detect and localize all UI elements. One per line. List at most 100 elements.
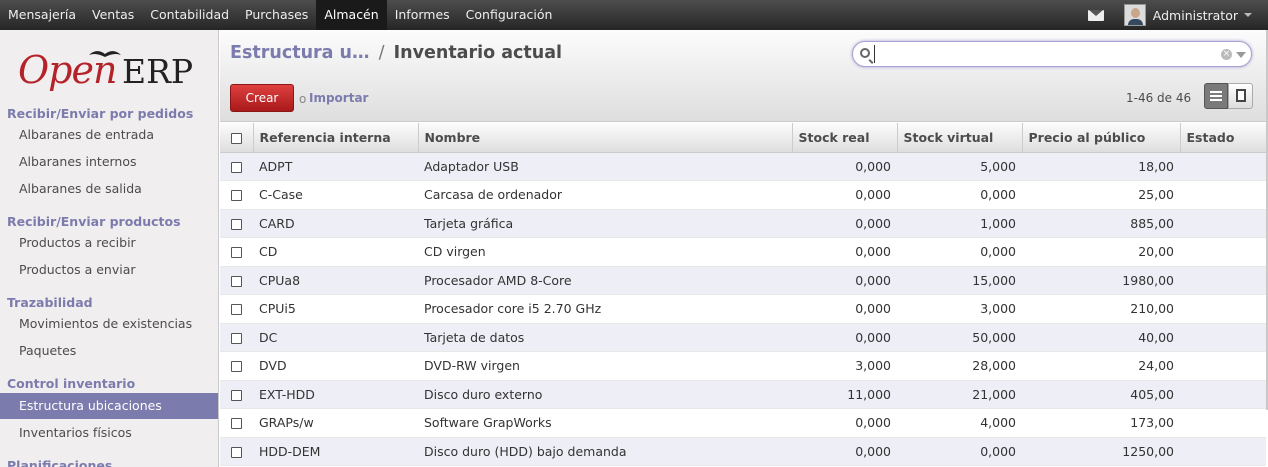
table-row[interactable]: CPUi5 Procesador core i5 2.70 GHz 0,000 3,0… <box>220 294 1266 324</box>
table-cell: 4,000 <box>897 408 1022 438</box>
sidebar-item[interactable]: Movimientos de existencias <box>0 311 218 337</box>
table-cell: DVD-RW virgen <box>418 351 792 381</box>
column-header[interactable]: Estado <box>1180 123 1267 153</box>
search-box[interactable]: × <box>852 41 1252 67</box>
search-input[interactable] <box>874 45 1214 63</box>
table-row[interactable]: CD CD virgen 0,000 0,000 20,00 <box>220 237 1266 267</box>
main-content: Estructura u… / Inventario actual × Crea… <box>220 30 1268 467</box>
row-checkbox[interactable] <box>220 351 253 381</box>
row-checkbox[interactable] <box>220 209 253 238</box>
table-cell: 0,000 <box>897 237 1022 267</box>
table-cell: 5,000 <box>897 152 1022 181</box>
table-cell: 20,00 <box>1022 237 1180 267</box>
table-cell: DC <box>253 323 418 352</box>
sidebar-item[interactable]: Paquetes <box>0 338 218 364</box>
table-cell: ADPT <box>253 152 418 181</box>
table-cell <box>1180 180 1266 210</box>
table-cell <box>1180 152 1266 181</box>
table-cell: 3,000 <box>792 351 897 381</box>
user-menu[interactable]: Administrator <box>1153 8 1238 23</box>
sidebar-item[interactable]: Inventarios físicos <box>0 420 218 446</box>
table-cell: Procesador AMD 8-Core <box>418 266 792 295</box>
import-link[interactable]: Importar <box>309 91 368 105</box>
row-checkbox[interactable] <box>220 408 253 438</box>
column-header[interactable]: Stock real <box>792 123 898 153</box>
top-menu-item[interactable]: Almacén <box>316 0 387 30</box>
column-header[interactable]: Nombre <box>418 123 793 153</box>
table-row[interactable]: DVD DVD-RW virgen 3,000 28,000 24,00 <box>220 351 1266 381</box>
form-view-icon[interactable] <box>1228 83 1253 109</box>
page-title: Inventario actual <box>393 43 563 63</box>
row-checkbox[interactable] <box>220 323 253 352</box>
table-cell: Disco duro (HDD) bajo demanda <box>418 437 792 466</box>
row-checkbox[interactable] <box>220 152 253 181</box>
table-cell: 18,00 <box>1022 152 1180 181</box>
or-text: o <box>299 92 307 106</box>
row-checkbox[interactable] <box>220 266 253 295</box>
table-header-row: Referencia interna Nombre Stock real Stock … <box>220 123 1267 153</box>
table-row[interactable]: GRAPs/w Software GrapWorks 0,000 4,000 173,0… <box>220 408 1266 438</box>
chevron-down-icon[interactable] <box>1244 13 1252 17</box>
user-area: Administrator <box>1087 0 1268 30</box>
sidebar-item[interactable]: Albaranes de entrada <box>0 122 218 148</box>
table-cell: 50,000 <box>897 323 1022 352</box>
mail-icon[interactable] <box>1087 9 1104 21</box>
row-checkbox[interactable] <box>220 380 253 409</box>
create-button[interactable]: Crear <box>230 84 294 112</box>
table-cell: 885,00 <box>1022 209 1180 238</box>
row-checkbox[interactable] <box>220 294 253 324</box>
pager[interactable]: 1-46 de 46 <box>1126 91 1191 105</box>
table-cell: HDD-DEM <box>253 437 418 466</box>
table-row[interactable]: ADPT Adaptador USB 0,000 5,000 18,00 <box>220 152 1266 181</box>
stock-table: Referencia interna Nombre Stock real Stock … <box>220 123 1267 466</box>
table-row[interactable]: EXT-HDD Disco duro externo 11,000 21,000 405… <box>220 380 1266 409</box>
table-cell: Software GrapWorks <box>418 408 792 438</box>
search-options-chevron-icon[interactable] <box>1236 52 1246 58</box>
top-menu-item[interactable]: Mensajería <box>0 0 84 30</box>
row-checkbox[interactable] <box>220 180 253 210</box>
table-row[interactable]: CPUa8 Procesador AMD 8-Core 0,000 15,000 198… <box>220 266 1266 295</box>
table-cell <box>1180 437 1266 466</box>
top-menu-item[interactable]: Contabilidad <box>142 0 237 30</box>
select-all-checkbox[interactable] <box>220 123 254 153</box>
table-row[interactable]: C-Case Carcasa de ordenador 0,000 0,000 25,0… <box>220 180 1266 210</box>
top-menu-item[interactable]: Purchases <box>237 0 316 30</box>
table-cell: GRAPs/w <box>253 408 418 438</box>
table-cell: Tarjeta de datos <box>418 323 792 352</box>
openerp-logo[interactable]: Open ERP <box>18 46 208 96</box>
sidebar-item[interactable]: Albaranes internos <box>0 149 218 175</box>
top-menu-item[interactable]: Configuración <box>458 0 561 30</box>
row-checkbox[interactable] <box>220 237 253 267</box>
table-cell: 0,000 <box>897 180 1022 210</box>
list-view-icon[interactable] <box>1204 83 1228 109</box>
table-cell: 0,000 <box>792 323 897 352</box>
table-row[interactable]: DC Tarjeta de datos 0,000 50,000 40,00 <box>220 323 1266 352</box>
sidebar-item[interactable]: Estructura ubicaciones <box>0 393 218 419</box>
column-header[interactable]: Stock virtual <box>897 123 1023 153</box>
clear-search-icon[interactable]: × <box>1221 49 1232 60</box>
row-checkbox[interactable] <box>220 437 253 466</box>
table-cell <box>1180 266 1266 295</box>
breadcrumb: Estructura u… / Inventario actual <box>230 43 562 63</box>
table-cell <box>1180 237 1266 267</box>
column-header[interactable]: Referencia interna <box>253 123 419 153</box>
sidebar-item[interactable]: Productos a recibir <box>0 230 218 256</box>
breadcrumb-parent[interactable]: Estructura u… <box>230 43 370 63</box>
avatar[interactable] <box>1123 4 1146 26</box>
column-header[interactable]: Precio al público <box>1022 123 1181 153</box>
table-cell: 0,000 <box>792 237 897 267</box>
table-row[interactable]: HDD-DEM Disco duro (HDD) bajo demanda 0,00… <box>220 437 1266 466</box>
table-cell: 0,000 <box>792 180 897 210</box>
table-cell: 210,00 <box>1022 294 1180 324</box>
logo-erp-text: ERP <box>122 52 194 91</box>
sidebar-section-title: Planificaciones <box>7 458 113 467</box>
sidebar-item[interactable]: Productos a enviar <box>0 257 218 283</box>
table-cell: Procesador core i5 2.70 GHz <box>418 294 792 324</box>
table-cell: 1250,00 <box>1022 437 1180 466</box>
table-cell: 25,00 <box>1022 180 1180 210</box>
table-row[interactable]: CARD Tarjeta gráfica 0,000 1,000 885,00 <box>220 209 1266 238</box>
top-menu-item[interactable]: Informes <box>387 0 458 30</box>
top-menu-item[interactable]: Ventas <box>84 0 142 30</box>
sidebar-item[interactable]: Albaranes de salida <box>0 176 218 202</box>
sidebar-section-title: Recibir/Enviar productos <box>7 214 181 229</box>
